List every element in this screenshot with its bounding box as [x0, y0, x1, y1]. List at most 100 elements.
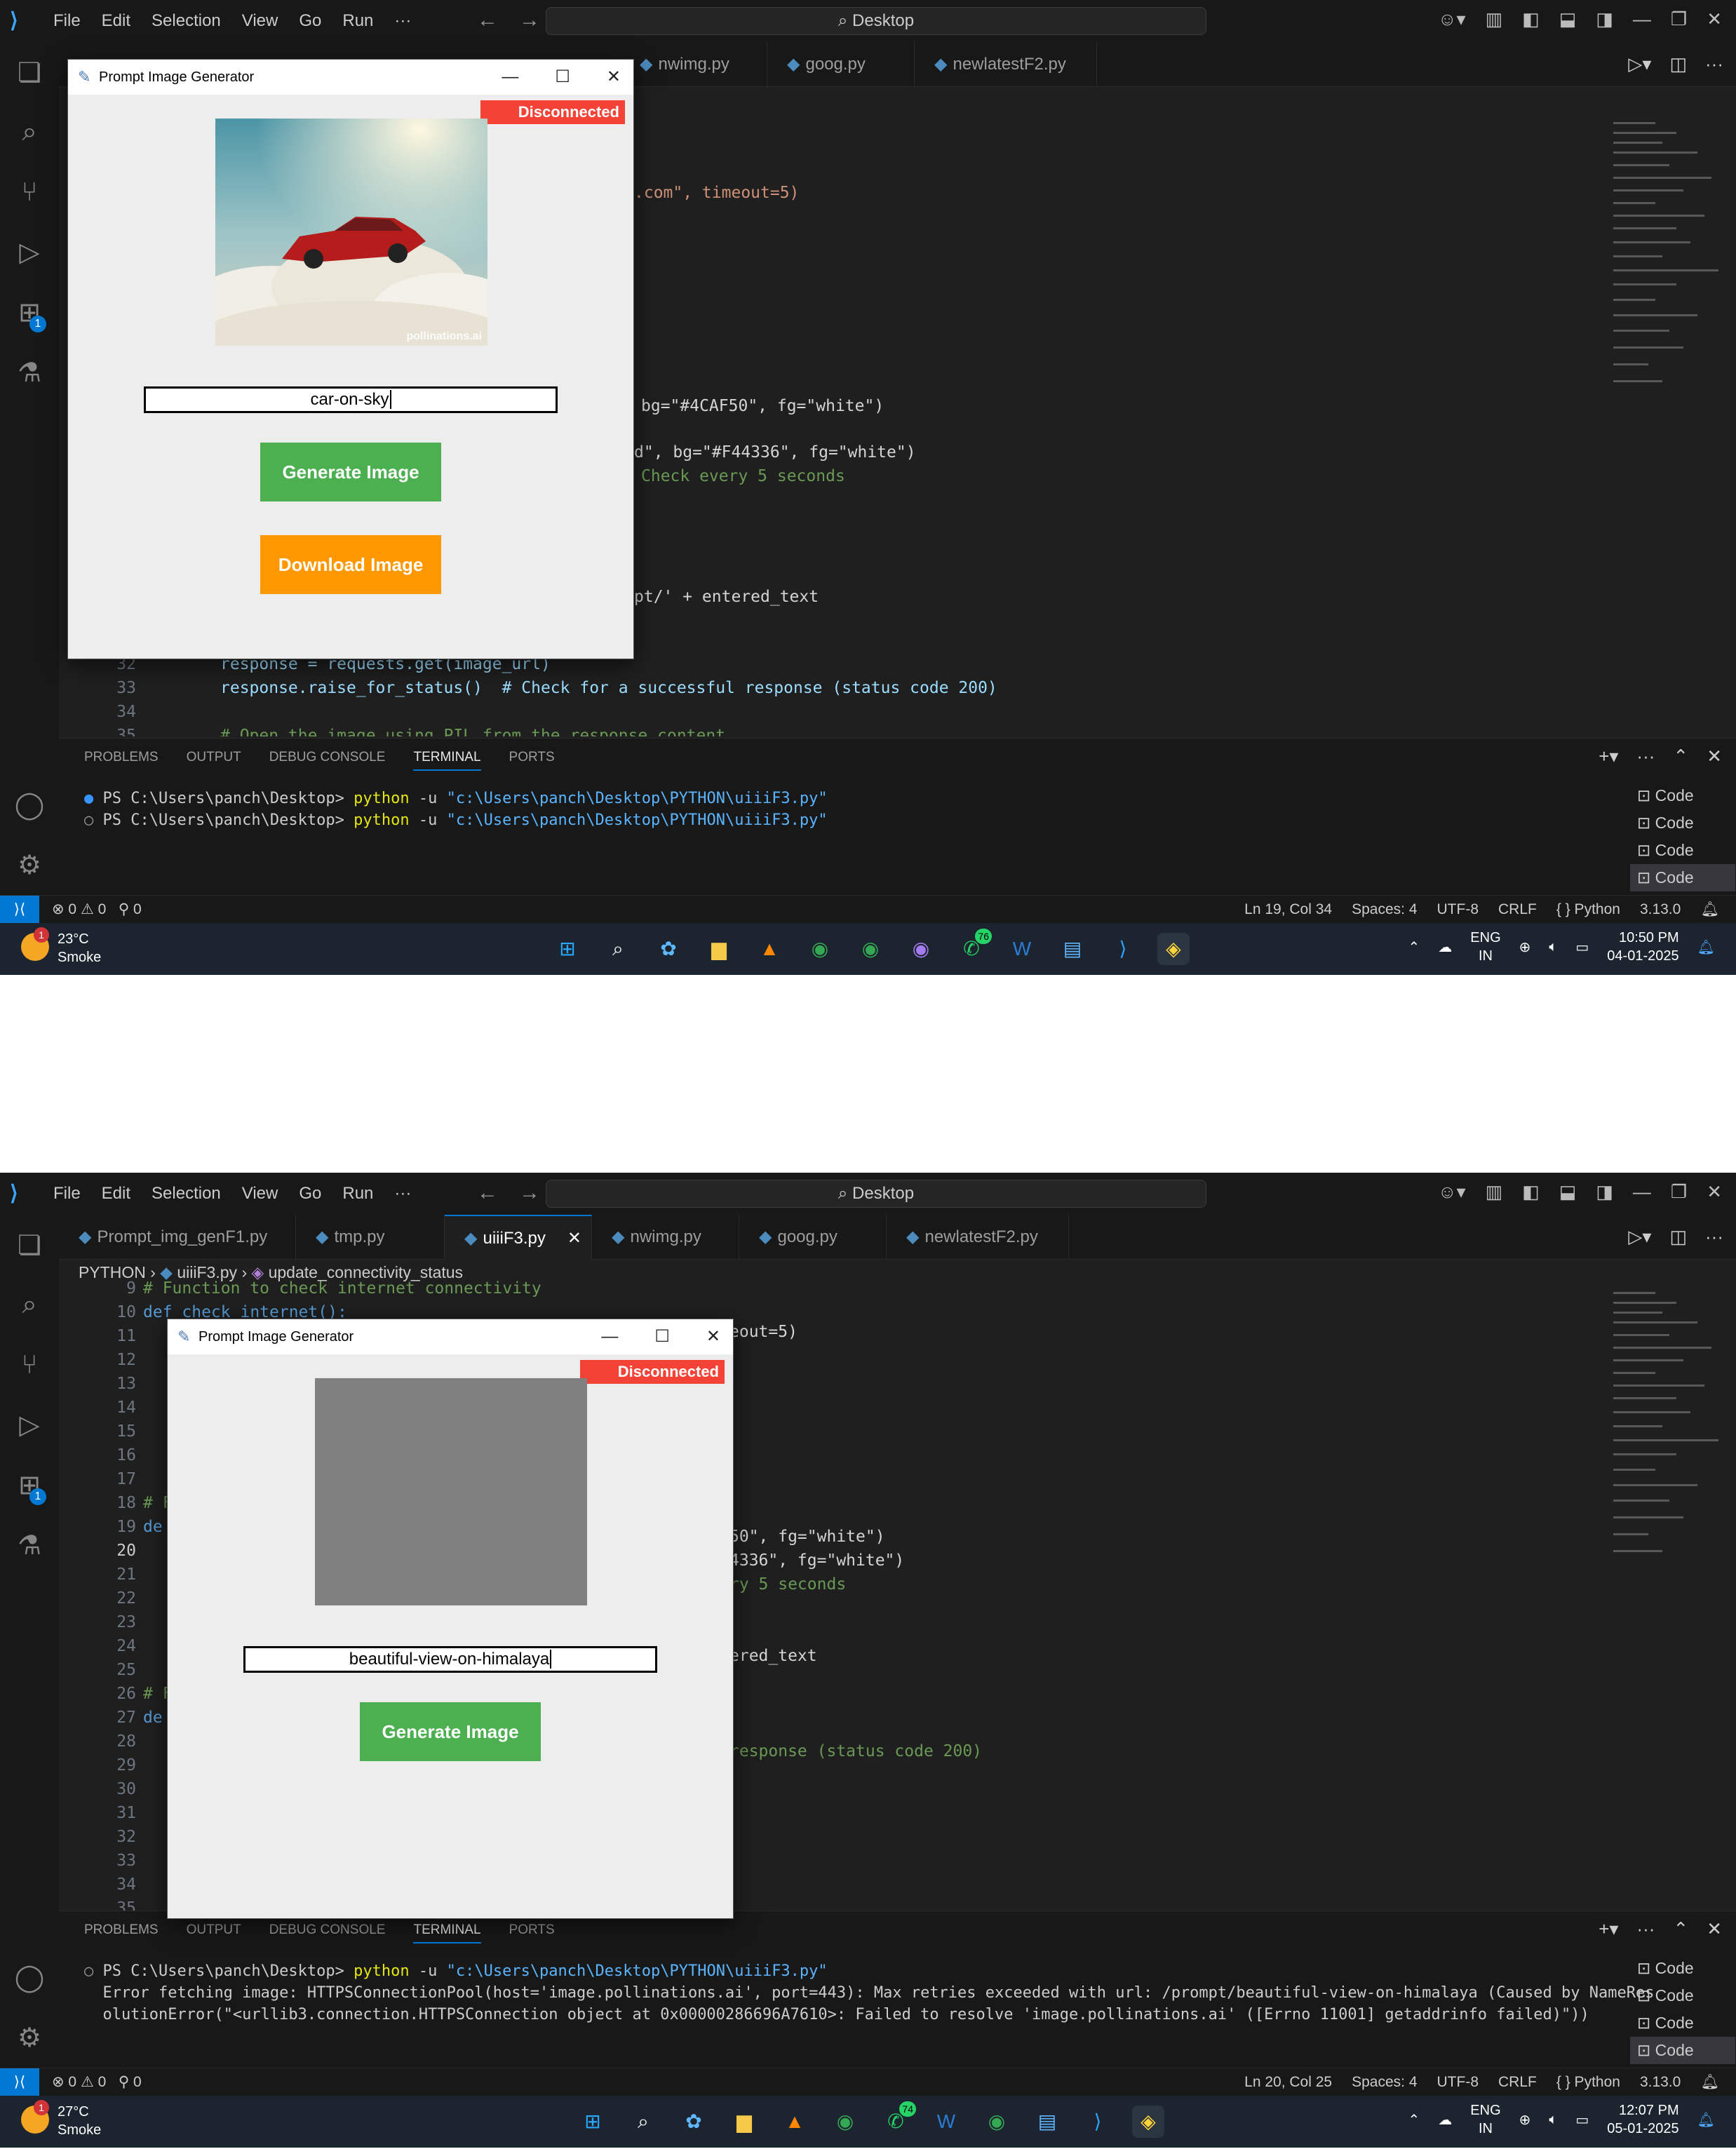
notepad-icon[interactable]: ▤ — [1056, 933, 1089, 965]
start-icon[interactable]: ⊞ — [551, 933, 584, 965]
menu-edit[interactable]: Edit — [102, 11, 130, 31]
back-arrow-icon[interactable]: ← — [477, 1181, 498, 1205]
tray-overflow-icon[interactable]: ⌃ — [1408, 938, 1420, 956]
terminal-list-item[interactable]: ⊡ Code — [1630, 2009, 1735, 2037]
line-ending[interactable]: CRLF — [1498, 2068, 1537, 2096]
menu-selection[interactable]: Selection — [152, 11, 221, 31]
terminal-list-item[interactable]: ⊡ Code — [1630, 782, 1735, 809]
testing-icon[interactable]: ⚗ — [13, 356, 46, 390]
terminal-list-item[interactable]: ⊡ Code — [1630, 837, 1735, 864]
tab-newlatestf2[interactable]: ◆ newlatestF2.py — [915, 42, 1097, 87]
input-language[interactable]: ENG IN — [1470, 2101, 1500, 2138]
more-actions-icon[interactable]: ··· — [1705, 53, 1723, 75]
menu-selection[interactable]: Selection — [152, 1184, 221, 1204]
generate-image-button[interactable]: Generate Image — [360, 1702, 541, 1761]
search-icon[interactable]: ⌕ — [627, 2106, 659, 2138]
panel-tab-problems[interactable]: PROBLEMS — [84, 1922, 159, 1943]
close-panel-icon[interactable]: ✕ — [1707, 746, 1722, 767]
maximize-panel-icon[interactable]: ⌃ — [1673, 746, 1688, 767]
panel-tab-terminal[interactable]: TERMINAL — [413, 1922, 481, 1943]
tab-close-icon[interactable]: ✕ — [567, 1216, 581, 1261]
terminal-output[interactable]: ○ PS C:\Users\panch\Desktop> python -u "… — [84, 1960, 1654, 2026]
split-editor-icon[interactable]: ◫ — [1669, 1226, 1687, 1248]
app-close-icon[interactable]: ✕ — [706, 1319, 720, 1354]
command-search-box[interactable]: ⌕ Desktop — [546, 7, 1206, 35]
tray-overflow-icon[interactable]: ⌃ — [1408, 2111, 1420, 2129]
python-app-icon[interactable]: ◈ — [1157, 933, 1190, 965]
notification-center-icon[interactable]: 🔔︎ — [1697, 2111, 1715, 2129]
copilot-icon[interactable]: ☺▾ — [1438, 1181, 1466, 1203]
battery-icon[interactable]: ▭ — [1575, 2111, 1589, 2129]
download-image-button[interactable]: Download Image — [260, 535, 441, 594]
panel-more-icon[interactable]: ··· — [1636, 1918, 1655, 1940]
generate-image-button[interactable]: Generate Image — [260, 443, 441, 501]
menu-edit[interactable]: Edit — [102, 1184, 130, 1204]
python-version[interactable]: 3.13.0 — [1640, 2068, 1681, 2096]
whatsapp-icon[interactable]: ✆ 74 — [880, 2101, 916, 2138]
terminal-list-item[interactable]: ⊡ Code — [1630, 864, 1735, 891]
file-explorer-icon[interactable]: ▆ — [728, 2106, 760, 2138]
copilot-icon[interactable]: ☺▾ — [1438, 8, 1466, 30]
cursor-position[interactable]: Ln 19, Col 34 — [1244, 896, 1332, 924]
chrome-profile-icon[interactable]: ◉ — [854, 933, 887, 965]
indentation[interactable]: Spaces: 4 — [1352, 896, 1417, 924]
tab-goog[interactable]: ◆ goog.py — [767, 42, 915, 87]
tab-prompt-img-genf1[interactable]: ◆ Prompt_img_genF1.py — [59, 1215, 296, 1260]
accounts-icon[interactable]: ◯ — [13, 788, 46, 822]
clock[interactable]: 12:07 PM 05-01-2025 — [1607, 2101, 1678, 2138]
start-icon[interactable]: ⊞ — [577, 2106, 609, 2138]
ports-status[interactable]: ⚲ 0 — [119, 901, 142, 917]
restore-icon[interactable]: ❐ — [1671, 1181, 1687, 1203]
panel-tab-terminal[interactable]: TERMINAL — [413, 750, 481, 771]
toggle-sidebar-icon[interactable]: ◧ — [1522, 8, 1540, 30]
onedrive-icon[interactable]: ☁ — [1438, 938, 1452, 956]
panel-tab-debug-console[interactable]: DEBUG CONSOLE — [269, 1922, 386, 1943]
source-control-icon[interactable]: ⑂ — [13, 1348, 46, 1382]
tab-uiiif3[interactable]: ◆ uiiiF3.py ✕ — [445, 1215, 592, 1260]
onedrive-icon[interactable]: ☁ — [1438, 2111, 1452, 2129]
manage-gear-icon[interactable]: ⚙ — [13, 849, 46, 882]
menu-view[interactable]: View — [242, 11, 278, 31]
close-icon[interactable]: ✕ — [1707, 8, 1722, 30]
close-icon[interactable]: ✕ — [1707, 1181, 1722, 1203]
chrome-icon[interactable]: ◉ — [804, 933, 836, 965]
menu-run[interactable]: Run — [342, 11, 373, 31]
volume-muted-icon[interactable]: 🔈︎ — [1549, 2112, 1557, 2128]
notepad-icon[interactable]: ▤ — [1031, 2106, 1063, 2138]
panel-tab-problems[interactable]: PROBLEMS — [84, 750, 159, 771]
ports-status[interactable]: ⚲ 0 — [119, 2074, 142, 2090]
app-minimize-icon[interactable]: — — [502, 60, 518, 95]
panel-tab-ports[interactable]: PORTS — [509, 1922, 555, 1943]
layout-icon[interactable]: ▥ — [1486, 8, 1503, 30]
clock[interactable]: 10:50 PM 04-01-2025 — [1607, 929, 1678, 965]
copilot-icon[interactable]: ✿ — [678, 2106, 710, 2138]
prompt-entry[interactable]: beautiful-view-on-himalaya — [243, 1646, 657, 1673]
run-python-file-icon[interactable]: ▷▾ — [1628, 53, 1651, 75]
terminal-list-item[interactable]: ⊡ Code — [1630, 809, 1735, 837]
split-editor-icon[interactable]: ◫ — [1669, 53, 1687, 75]
panel-tab-output[interactable]: OUTPUT — [187, 750, 241, 771]
run-python-file-icon[interactable]: ▷▾ — [1628, 1226, 1651, 1248]
search-icon[interactable]: ⌕ — [602, 933, 634, 965]
back-arrow-icon[interactable]: ← — [477, 8, 498, 32]
forward-arrow-icon[interactable]: → — [519, 8, 540, 32]
chrome-icon[interactable]: ◉ — [829, 2106, 861, 2138]
app-maximize-icon[interactable]: ☐ — [654, 1319, 670, 1354]
menu-go[interactable]: Go — [299, 11, 321, 31]
terminal-list-item[interactable]: ⊡ Code — [1630, 2037, 1735, 2064]
restore-icon[interactable]: ❐ — [1671, 8, 1687, 30]
chrome-profile-p-icon[interactable]: ◉ — [905, 933, 937, 965]
menu-view[interactable]: View — [242, 1184, 278, 1204]
input-language[interactable]: ENG IN — [1470, 929, 1500, 965]
word-icon[interactable]: W — [930, 2106, 962, 2138]
app-close-icon[interactable]: ✕ — [607, 60, 621, 95]
whatsapp-icon[interactable]: ✆ 76 — [955, 929, 992, 965]
toggle-panel-icon[interactable]: ⬓ — [1559, 8, 1577, 30]
command-search-box[interactable]: ⌕ Desktop — [546, 1180, 1206, 1208]
battery-icon[interactable]: ▭ — [1575, 938, 1589, 956]
remote-icon[interactable]: ⟩⟨ — [0, 2068, 39, 2096]
vscode-taskbar-icon[interactable]: ⟩ — [1082, 2106, 1114, 2138]
terminal-list-item[interactable]: ⊡ Code — [1630, 1982, 1735, 2009]
menu-file[interactable]: File — [53, 11, 81, 31]
search-icon[interactable]: ⌕ — [13, 1288, 46, 1321]
